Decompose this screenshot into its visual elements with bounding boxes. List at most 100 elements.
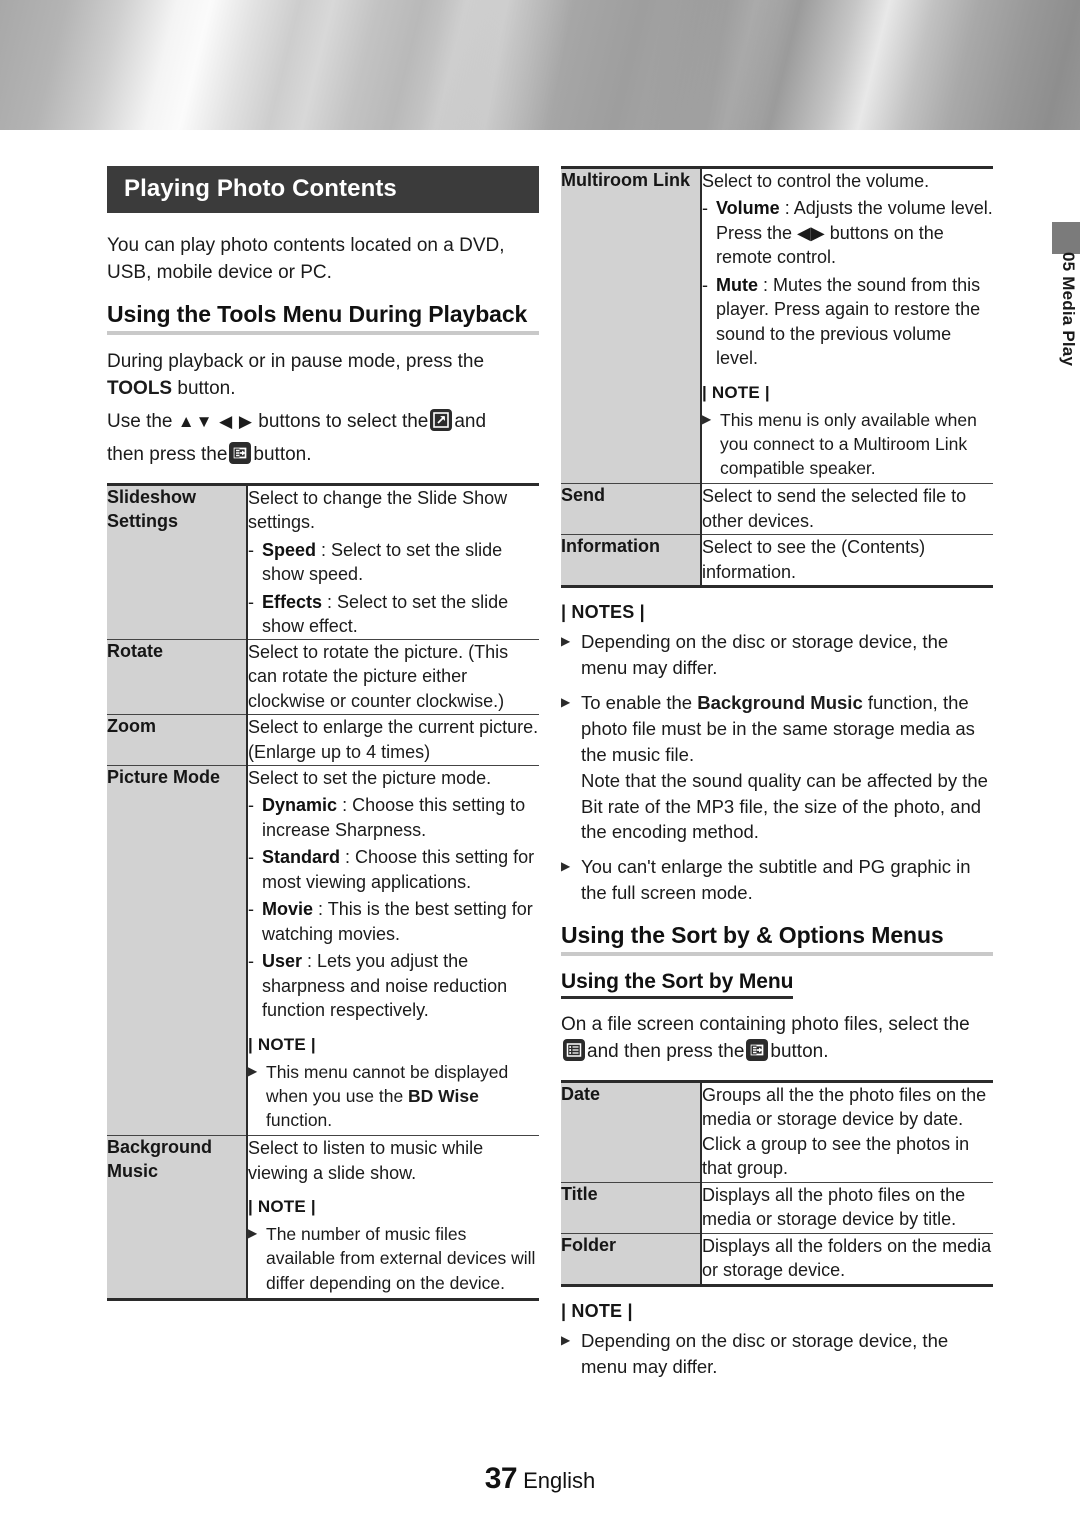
- note-bullet-text: This menu cannot be displayed when you u…: [266, 1060, 539, 1132]
- table-row: Picture Mode Select to set the picture m…: [107, 765, 539, 1137]
- heading-tools-menu: Using the Tools Menu During Playback: [107, 301, 539, 335]
- instruction-text-g: button.: [253, 443, 312, 465]
- note-bold: Background Music: [697, 691, 863, 713]
- note-bullet-text: You can't enlarge the subtitle and PG gr…: [581, 856, 971, 904]
- table-row: Send Select to send the selected file to…: [561, 483, 993, 536]
- row-value: Select to control the volume. - Volume :…: [701, 167, 993, 485]
- row-key: Background Music: [107, 1135, 248, 1300]
- row-intro: Groups all the the photo files on the me…: [702, 1085, 987, 1179]
- bullet-triangle-icon: ▶: [561, 859, 571, 874]
- dash-marker: -: [248, 899, 254, 920]
- instruction-line-1: During playback or in pause mode, press …: [107, 349, 539, 403]
- row-value: Select to listen to music while viewing …: [247, 1136, 539, 1299]
- row-intro: Select to listen to music while viewing …: [248, 1138, 484, 1183]
- dash-item: - Standard : Choose this setting for mos…: [248, 845, 539, 894]
- sortby-text-c: button.: [770, 1041, 829, 1063]
- note-bullet: ▶ Depending on the disc or storage devic…: [561, 629, 993, 681]
- sort-by-table: Date Groups all the the photo files on t…: [561, 1080, 993, 1287]
- table-row: Information Select to see the (Contents)…: [561, 534, 993, 587]
- dash-text: Volume : Adjusts the volume level. Press…: [716, 196, 993, 269]
- row-value: Select to rotate the picture. (This can …: [247, 639, 539, 716]
- row-value: Displays all the photo files on the medi…: [701, 1182, 993, 1234]
- dash-term: User: [262, 951, 303, 972]
- dash-text: Mute : Mutes the sound from this player.…: [716, 273, 993, 371]
- bullet-triangle-icon: ▶: [248, 1063, 258, 1078]
- note-bullet-text: To enable the Background Music function,…: [581, 690, 993, 845]
- notes-label: | NOTES |: [561, 602, 645, 623]
- table-row: Rotate Select to rotate the picture. (Th…: [107, 639, 539, 716]
- dash-text: User : Lets you adjust the sharpness and…: [262, 949, 539, 1022]
- dash-marker: -: [248, 847, 254, 868]
- chapter-tab-label: 05 Media Play: [1059, 252, 1078, 367]
- note-label: | NOTE |: [248, 1034, 316, 1054]
- bullet-triangle-icon: ▶: [702, 411, 712, 426]
- page-number: 37: [484, 1462, 518, 1495]
- intro-paragraph: You can play photo contents located on a…: [107, 235, 505, 283]
- note-bullet: ▶ You can't enlarge the subtitle and PG …: [561, 854, 993, 906]
- note-bullet: ▶ This menu is only available when you c…: [702, 408, 993, 480]
- row-key: Rotate: [107, 639, 248, 716]
- note-bullet: ▶ Depending on the disc or storage devic…: [561, 1328, 993, 1380]
- dash-text: Standard : Choose this setting for most …: [262, 845, 539, 894]
- note-bullet-text: This menu is only available when you con…: [720, 409, 977, 479]
- row-intro: Select to enlarge the current picture. (…: [248, 717, 539, 762]
- instruction-line-2: Use the ▲▼ ◀ ▶ buttons to select the and: [107, 408, 539, 436]
- dash-item: - Volume : Adjusts the volume level. Pre…: [702, 196, 993, 269]
- row-key: Slideshow Settings: [107, 484, 248, 640]
- subheading-wrap: Using the Sort by Menu: [561, 970, 993, 1000]
- instruction-line-3: then press the button.: [107, 441, 539, 469]
- note-bold: BD Wise: [408, 1085, 479, 1106]
- note-bullet: ▶ The number of music files available fr…: [248, 1222, 539, 1294]
- bullet-triangle-icon: ▶: [561, 634, 571, 649]
- row-key: Send: [561, 483, 702, 536]
- tools-menu-table-continued: Multiroom Link Select to control the vol…: [561, 166, 993, 589]
- table-row: Multiroom Link Select to control the vol…: [561, 167, 993, 485]
- row-intro: Select to send the selected file to othe…: [702, 486, 967, 531]
- dash-term: Dynamic: [262, 795, 338, 816]
- dash-item: - User : Lets you adjust the sharpness a…: [248, 949, 539, 1022]
- dash-text: Movie : This is the best setting for wat…: [262, 897, 539, 946]
- banner-sheen: [0, 0, 1080, 130]
- note-bullet: ▶ To enable the Background Music functio…: [561, 690, 993, 845]
- dash-term: Speed: [262, 539, 317, 560]
- row-value: Select to enlarge the current picture. (…: [247, 714, 539, 766]
- note-label: | NOTE |: [561, 1300, 633, 1321]
- note-post: function, the photo file must be in the …: [581, 691, 988, 843]
- dash-term: Standard: [262, 847, 341, 868]
- tools-button-label: TOOLS: [107, 377, 173, 399]
- row-key: Multiroom Link: [561, 167, 702, 485]
- note-label: | NOTE |: [702, 382, 770, 402]
- page-banner: [0, 0, 1080, 130]
- chapter-tab-marker: [1052, 222, 1080, 254]
- instruction-text-a: During playback or in pause mode, press …: [107, 350, 485, 372]
- sortby-text-a: On a file screen containing photo files,…: [561, 1014, 970, 1036]
- tools-menu-table: Slideshow Settings Select to change the …: [107, 482, 539, 1301]
- dash-marker: -: [248, 795, 254, 816]
- instruction-text-b: button.: [177, 377, 236, 399]
- row-value: Select to set the picture mode. - Dynami…: [247, 765, 539, 1137]
- row-intro: Select to change the Slide Show settings…: [248, 487, 508, 533]
- row-key: Date: [561, 1081, 702, 1183]
- heading-sort-options: Using the Sort by & Options Menus: [561, 922, 993, 957]
- dash-term: Mute: [716, 274, 758, 295]
- dash-term: Volume: [716, 198, 780, 219]
- note-bullet-text: Depending on the disc or storage device,…: [581, 631, 949, 679]
- dash-item: - Dynamic : Choose this setting to incre…: [248, 793, 539, 842]
- enter-icon: [229, 441, 252, 464]
- notes-block: | NOTES | ▶ Depending on the disc or sto…: [561, 602, 993, 906]
- dash-text: Speed : Select to set the slide show spe…: [262, 538, 539, 587]
- note-bullet-text: The number of music files available from…: [266, 1224, 536, 1293]
- table-row: Zoom Select to enlarge the current pictu…: [107, 714, 539, 766]
- note-post: function.: [266, 1110, 333, 1131]
- row-intro: Displays all the photo files on the medi…: [702, 1184, 966, 1230]
- dash-item: - Mute : Mutes the sound from this playe…: [702, 273, 993, 371]
- instruction-text-d: buttons to select the: [258, 410, 429, 432]
- bullet-triangle-icon: ▶: [248, 1226, 258, 1241]
- note-pre: To enable the: [581, 691, 698, 713]
- page-footer: 37 English: [0, 1462, 1080, 1496]
- row-key: Folder: [561, 1233, 702, 1286]
- heading-sort-by-menu: Using the Sort by Menu: [561, 970, 793, 1000]
- instruction-text-f: then press the: [107, 443, 228, 465]
- dash-marker: -: [248, 539, 254, 560]
- footer-language: English: [523, 1468, 596, 1493]
